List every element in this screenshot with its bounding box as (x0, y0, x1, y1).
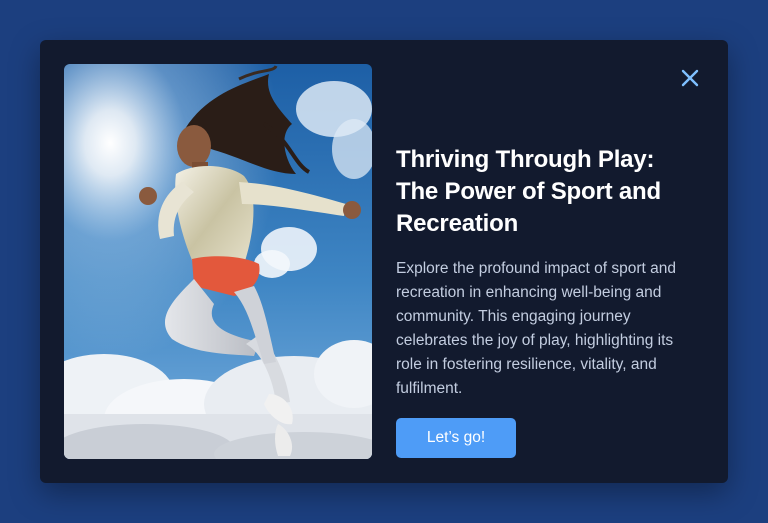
hero-image (64, 64, 372, 459)
lets-go-button[interactable]: Let’s go! (396, 418, 516, 458)
modal-title: Thriving Through Play: The Power of Spor… (396, 146, 661, 237)
page-backdrop: Thriving Through Play: The Power of Spor… (0, 0, 768, 523)
modal-content: Thriving Through Play: The Power of Spor… (396, 144, 702, 458)
close-icon (681, 69, 699, 87)
close-button[interactable] (678, 66, 702, 90)
promo-modal: Thriving Through Play: The Power of Spor… (40, 40, 728, 483)
modal-description: Explore the profound impact of sport and… (396, 260, 677, 397)
